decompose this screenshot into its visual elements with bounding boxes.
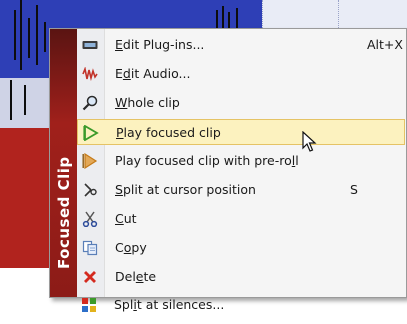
menu-item-cut[interactable]: Cut bbox=[77, 206, 405, 232]
red-waveform bbox=[0, 128, 52, 268]
menu-item-split-silences[interactable]: Split at silences... bbox=[76, 292, 404, 318]
wave-bar bbox=[44, 22, 46, 52]
menu-item-copy[interactable]: Copy bbox=[77, 235, 405, 261]
play-icon bbox=[82, 124, 100, 142]
menu-item-split-cursor[interactable]: Split at cursor position S bbox=[77, 177, 405, 203]
menu-item-edit-plugins[interactable]: Edit Plug-ins... Alt+X bbox=[77, 32, 405, 58]
menu-item-delete[interactable]: Delete bbox=[77, 264, 405, 290]
menu-item-label: Copy bbox=[115, 240, 147, 255]
wave-bar bbox=[10, 80, 12, 120]
menu-item-shortcut: S bbox=[350, 182, 358, 197]
menu-item-label: Split at silences... bbox=[114, 297, 225, 312]
mouse-pointer-icon bbox=[302, 130, 318, 157]
wave-bar bbox=[24, 85, 26, 115]
menu-item-label: Edit Plug-ins... bbox=[115, 37, 205, 52]
menu-item-edit-audio[interactable]: Edit Audio... bbox=[77, 61, 405, 87]
menu-sidebar: Focused Clip bbox=[50, 29, 77, 297]
wave-bar bbox=[14, 10, 16, 60]
menu-item-label: Whole clip bbox=[115, 95, 180, 110]
menu-item-whole-clip[interactable]: Whole clip bbox=[77, 90, 405, 116]
menu-item-label: Delete bbox=[115, 269, 157, 284]
menu-item-label: Split at cursor position bbox=[115, 182, 256, 197]
context-menu: Focused Clip Edit Plug-ins... Alt+X Edit… bbox=[49, 28, 407, 298]
wave-bar bbox=[28, 18, 30, 58]
split-cursor-icon bbox=[81, 181, 99, 199]
delete-icon bbox=[81, 268, 99, 286]
wave-bar bbox=[20, 0, 22, 70]
menu-item-label: Play focused clip with pre-roll bbox=[115, 153, 299, 168]
magnifier-icon bbox=[81, 94, 99, 112]
menu-item-play-focused-clip[interactable]: Play focused clip bbox=[77, 119, 405, 145]
waveform-icon bbox=[81, 65, 99, 83]
plugin-icon bbox=[81, 36, 99, 54]
copy-icon bbox=[81, 239, 99, 257]
menu-item-label: Play focused clip bbox=[116, 125, 221, 140]
menu-item-shortcut: Alt+X bbox=[367, 37, 403, 52]
split-silences-icon bbox=[80, 296, 98, 314]
wave-bar bbox=[36, 5, 38, 65]
menu-item-play-preroll[interactable]: Play focused clip with pre-roll bbox=[77, 148, 405, 174]
scissors-icon bbox=[81, 210, 99, 228]
menu-item-label: Cut bbox=[115, 211, 137, 226]
menu-item-label: Edit Audio... bbox=[115, 66, 191, 81]
play-preroll-icon bbox=[81, 152, 99, 170]
